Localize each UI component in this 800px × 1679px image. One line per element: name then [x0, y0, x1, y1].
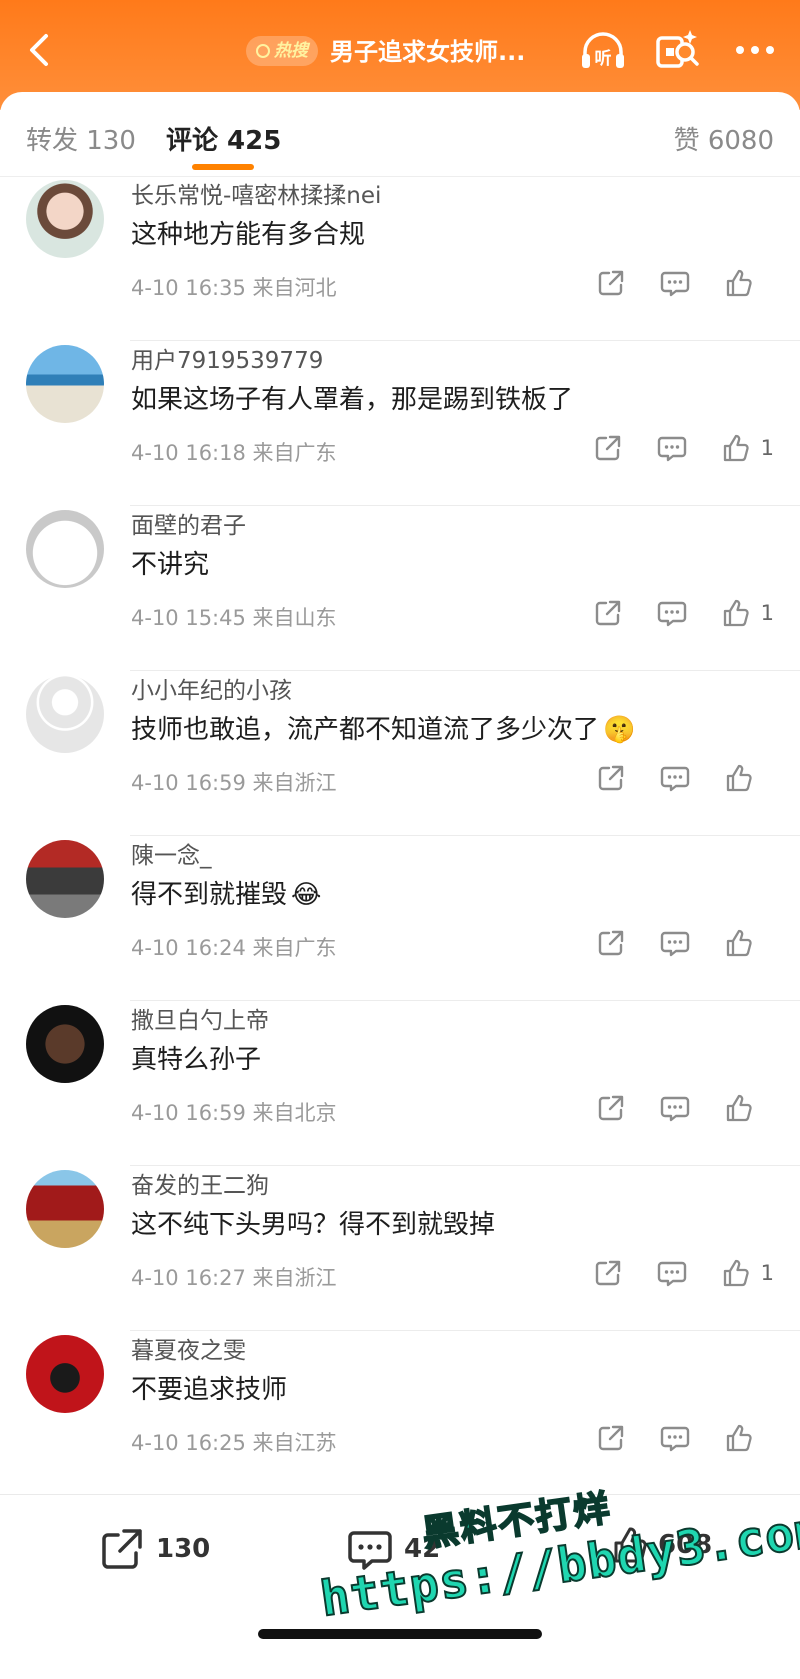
tab-likes[interactable]: 赞 6080 — [674, 120, 774, 157]
comment-text: 这不纯下头男吗？得不到就毁掉 — [131, 1210, 496, 1240]
comment-actions: 1 — [561, 1256, 774, 1290]
share-icon[interactable] — [594, 926, 628, 960]
share-icon[interactable] — [594, 266, 628, 300]
avatar[interactable] — [26, 840, 104, 918]
hot-search-badge[interactable]: 热搜 — [246, 36, 318, 66]
avatar[interactable] — [26, 1170, 104, 1248]
comment-text: 如果这场子有人罩着，那是踢到铁板了 — [131, 385, 574, 415]
comment-text: 得不到就摧毁 😂 — [131, 880, 322, 910]
reply-icon[interactable] — [655, 596, 689, 630]
comment-item[interactable]: 撒旦白勺上帝真特么孙子 4-10 16:59 来自北京 — [0, 1001, 800, 1166]
more-button[interactable] — [730, 30, 780, 70]
comment-username[interactable]: 小小年纪的小孩 — [131, 671, 292, 705]
comment-meta: 4-10 16:59 来自浙江 — [131, 771, 337, 795]
like-count: 1 — [760, 601, 774, 625]
comment-text: 不讲究 — [131, 550, 210, 580]
avatar[interactable] — [26, 1335, 104, 1413]
comment-actions — [564, 266, 774, 300]
comment-username[interactable]: 暮夏夜之雯 — [131, 1331, 246, 1365]
comment-actions — [564, 1091, 774, 1125]
share-icon[interactable] — [594, 1421, 628, 1455]
page-title: 男子追求女技师... — [330, 38, 526, 66]
comment-username[interactable]: 撒旦白勺上帝 — [131, 1001, 269, 1035]
comment-text: 这种地方能有多合规 — [131, 220, 366, 250]
share-icon[interactable] — [594, 761, 628, 795]
repost-icon — [102, 1529, 142, 1569]
bottom-repost-button[interactable]: 130 — [98, 1525, 210, 1573]
comment-username[interactable]: 陳一念_ — [131, 836, 212, 870]
comment-item[interactable]: 面壁的君子不讲究 4-10 15:45 来自山东 1 — [0, 506, 800, 671]
share-icon[interactable] — [591, 1256, 625, 1290]
avatar[interactable] — [26, 675, 104, 753]
comment-item[interactable]: 奋发的王二狗这不纯下头男吗？得不到就毁掉 4-10 16:27 来自浙江 1 — [0, 1166, 800, 1331]
search-icon — [256, 44, 270, 58]
avatar[interactable] — [26, 510, 104, 588]
chevron-left-icon — [30, 34, 48, 66]
thumbs-up-icon[interactable] — [719, 596, 753, 630]
tab-bar: 转发 130 评论 425 赞 6080 — [0, 92, 800, 177]
ai-search-button[interactable] — [652, 26, 702, 72]
share-icon[interactable] — [591, 431, 625, 465]
active-tab-indicator — [192, 164, 254, 170]
comment-meta: 4-10 15:45 来自山东 — [131, 606, 337, 630]
avatar[interactable] — [26, 180, 104, 258]
reply-icon[interactable] — [658, 1421, 692, 1455]
comment-actions — [564, 761, 774, 795]
comment-meta: 4-10 16:25 来自江苏 — [131, 1431, 337, 1455]
avatar[interactable] — [26, 345, 104, 423]
like-count: 1 — [760, 436, 774, 460]
listen-button[interactable]: 听 — [578, 28, 628, 72]
comment-actions: 1 — [561, 431, 774, 465]
comment-meta: 4-10 16:27 来自浙江 — [131, 1266, 337, 1290]
reply-icon[interactable] — [658, 1091, 692, 1125]
comment-text: 不要追求技师 — [131, 1375, 288, 1405]
ai-search-icon — [656, 30, 699, 68]
comment-item[interactable]: 用户7919539779 如果这场子有人罩着，那是踢到铁板了 4-10 16:18 … — [0, 341, 800, 506]
comment-username[interactable]: 用户7919539779 — [131, 341, 323, 375]
thumbs-up-icon[interactable] — [722, 761, 756, 795]
comment-text: 技师也敢追，流产都不知道流了多少次了 🤫 — [131, 715, 636, 745]
thumbs-up-icon[interactable] — [722, 1091, 756, 1125]
comment-item[interactable]: 陳一念_ 得不到就摧毁 😂 4-10 16:24 来自广东 — [0, 836, 800, 1001]
like-count: 1 — [760, 1261, 774, 1285]
comment-meta: 4-10 16:18 来自广东 — [131, 441, 337, 465]
comment-username[interactable]: 奋发的王二狗 — [131, 1166, 269, 1200]
more-dots-icon — [736, 46, 774, 54]
reply-icon[interactable] — [658, 926, 692, 960]
comment-username[interactable]: 长乐常悦-嘻密林揉揉nei — [131, 176, 381, 210]
comment-meta: 4-10 16:35 来自河北 — [131, 276, 337, 300]
emoji: 😂 — [291, 880, 322, 910]
comment-actions — [564, 926, 774, 960]
share-icon[interactable] — [591, 596, 625, 630]
emoji: 🤫 — [603, 715, 636, 745]
comment-meta: 4-10 16:24 来自广东 — [131, 936, 337, 960]
thumbs-up-icon[interactable] — [719, 431, 753, 465]
avatar[interactable] — [26, 1005, 104, 1083]
tab-comments[interactable]: 评论 425 — [166, 120, 281, 157]
thumbs-up-icon[interactable] — [722, 926, 756, 960]
comment-text: 真特么孙子 — [131, 1045, 262, 1075]
reply-icon[interactable] — [655, 1256, 689, 1290]
comment-item[interactable]: 长乐常悦-嘻密林揉揉nei 这种地方能有多合规 4-10 16:35 来自河北 — [0, 176, 800, 341]
back-button[interactable] — [18, 28, 62, 72]
thumbs-up-icon[interactable] — [719, 1256, 753, 1290]
comment-username[interactable]: 面壁的君子 — [131, 506, 246, 540]
reply-icon[interactable] — [658, 761, 692, 795]
svg-text:听: 听 — [595, 48, 612, 69]
share-icon[interactable] — [594, 1091, 628, 1125]
tab-reposts[interactable]: 转发 130 — [26, 120, 136, 157]
thumbs-up-icon[interactable] — [722, 266, 756, 300]
comment-item[interactable]: 小小年纪的小孩技师也敢追，流产都不知道流了多少次了 🤫 4-10 16:59 来自浙… — [0, 671, 800, 836]
comment-meta: 4-10 16:59 来自北京 — [131, 1101, 337, 1125]
reply-icon[interactable] — [658, 266, 692, 300]
reply-icon[interactable] — [655, 431, 689, 465]
headphones-icon: 听 — [582, 32, 624, 69]
comment-actions: 1 — [561, 596, 774, 630]
